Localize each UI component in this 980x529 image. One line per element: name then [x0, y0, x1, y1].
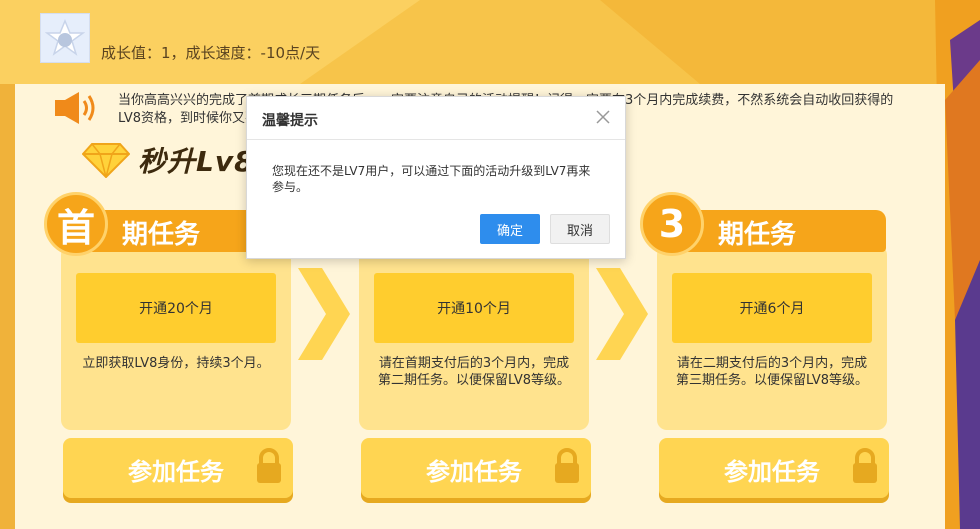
lock-icon [555, 448, 579, 483]
avatar [40, 13, 90, 63]
join-task-button-2[interactable]: 参加任务 [361, 438, 591, 498]
stage-label: 期任务 [122, 220, 201, 250]
promo-title: 秒升Lv8 [138, 145, 255, 178]
chevron-right-icon [596, 268, 648, 360]
chevron-right-icon [298, 268, 350, 360]
join-task-button-3[interactable]: 参加任务 [659, 438, 889, 498]
dialog-title: 温馨提示 [262, 113, 318, 129]
task-months: 开通10个月 [374, 273, 574, 343]
task-card-2: 开通10个月 请在首期支付后的3个月内，完成第二期任务。以便保留LV8等级。 [359, 245, 589, 430]
close-icon[interactable] [593, 107, 613, 127]
task-description: 请在首期支付后的3个月内，完成第二期任务。以便保留LV8等级。 [378, 356, 570, 388]
dialog-divider [247, 139, 625, 140]
stage-badge: 首 [44, 192, 108, 256]
diamond-icon [82, 143, 130, 178]
lock-icon [853, 448, 877, 483]
join-label: 参加任务 [426, 458, 522, 486]
task-months: 开通6个月 [672, 273, 872, 343]
speaker-icon [55, 92, 95, 124]
lock-icon [257, 448, 281, 483]
task-card-3: 开通6个月 请在二期支付后的3个月内，完成第三期任务。以便保留LV8等级。 [657, 245, 887, 430]
task-card-1: 开通20个月 立即获取LV8身份，持续3个月。 [61, 245, 291, 430]
join-label: 参加任务 [128, 458, 224, 486]
dialog-message: 您现在还不是LV7用户，可以通过下面的活动升级到LV7再来参与。 [272, 164, 591, 194]
promo-banner: 秒升Lv8 [82, 138, 255, 182]
stage-badge: 3 [640, 192, 704, 256]
cancel-button[interactable]: 取消 [550, 214, 610, 244]
star-badge-icon [45, 19, 85, 56]
task-card-3-header: 3 期任务 [640, 192, 886, 256]
warm-tip-dialog: 温馨提示 您现在还不是LV7用户，可以通过下面的活动升级到LV7再来参与。 确定… [246, 96, 626, 259]
join-task-button-1[interactable]: 参加任务 [63, 438, 293, 498]
task-months: 开通20个月 [76, 273, 276, 343]
join-label: 参加任务 [724, 458, 820, 486]
stage-label: 期任务 [718, 220, 797, 250]
top-header: 成长值：1，成长速度：-10点/天 [0, 0, 980, 84]
confirm-button[interactable]: 确定 [480, 214, 540, 244]
task-description: 立即获取LV8身份，持续3个月。 [82, 356, 270, 371]
task-description: 请在二期支付后的3个月内，完成第三期任务。以便保留LV8等级。 [676, 356, 868, 388]
growth-info: 成长值：1，成长速度：-10点/天 [101, 44, 321, 62]
